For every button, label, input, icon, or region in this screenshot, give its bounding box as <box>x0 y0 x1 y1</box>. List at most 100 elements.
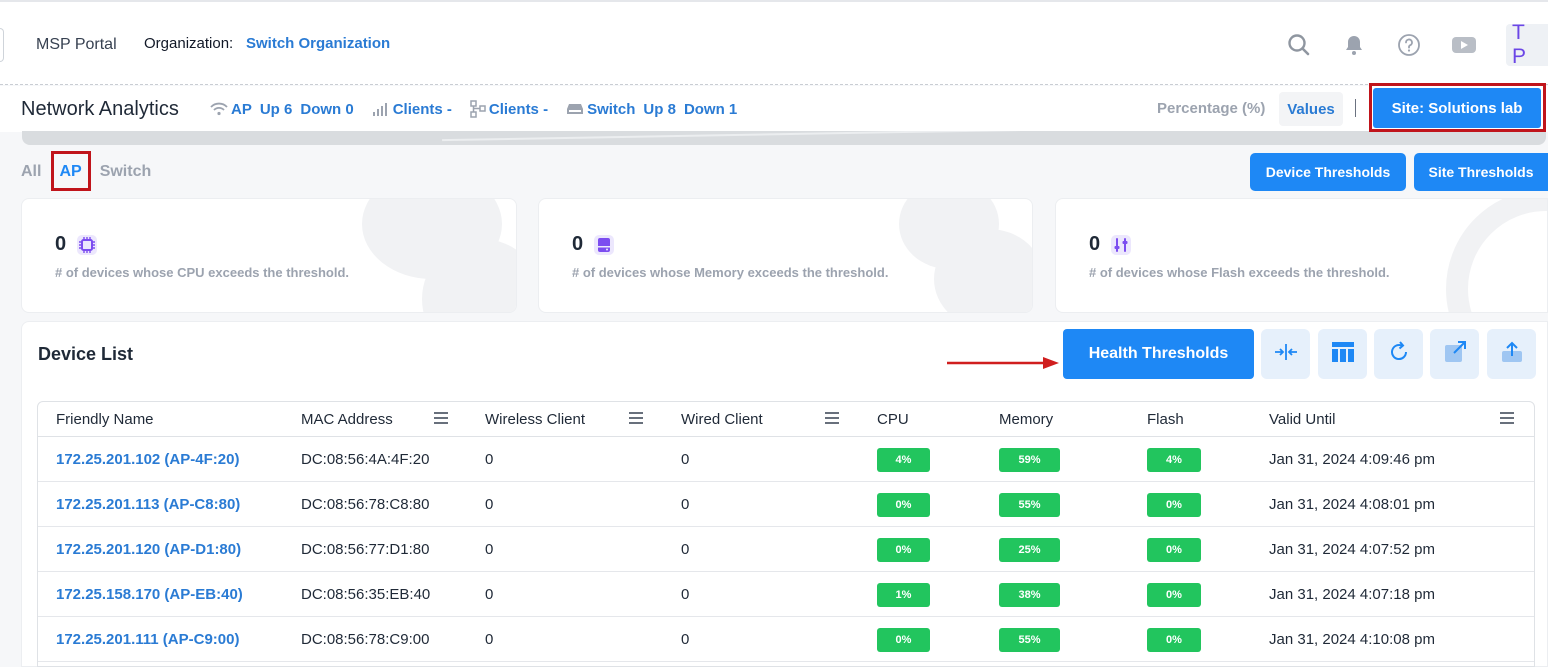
ap-label[interactable]: AP <box>231 101 252 118</box>
cpu-threshold-card: 0 # of devices whose CPU exceeds the thr… <box>21 198 517 313</box>
cpu-badge: 1% <box>877 583 930 607</box>
col-friendly-name[interactable]: Friendly Name <box>56 411 154 428</box>
collapse-columns-button[interactable] <box>1261 329 1310 379</box>
ap-up-count[interactable]: Up 6 <box>260 101 293 118</box>
help-icon[interactable] <box>1396 32 1422 58</box>
top-header: MSP Portal Organization: Switch Organiza… <box>0 0 1548 85</box>
wired-client-count: 0 <box>681 631 690 648</box>
wired-client-count: 0 <box>681 541 690 558</box>
device-type-filter: All AP Switch <box>21 163 169 181</box>
annotation-arrow-icon <box>947 357 1059 369</box>
wifi-icon <box>210 102 228 116</box>
col-mac-address[interactable]: MAC Address <box>301 411 393 428</box>
wireless-client-count: 0 <box>485 541 494 558</box>
wired-client-count: 0 <box>681 496 690 513</box>
bell-icon[interactable] <box>1341 32 1367 58</box>
col-memory[interactable]: Memory <box>999 411 1053 428</box>
switch-organization-link[interactable]: Switch Organization <box>246 35 390 52</box>
cpu-badge: 0% <box>877 538 930 562</box>
table-row[interactable]: 172.25.201.120 (AP-D1:80) DC:08:56:77:D1… <box>38 527 1534 572</box>
open-external-button[interactable] <box>1430 329 1479 379</box>
mac-address: DC:08:56:77:D1:80 <box>301 541 430 558</box>
memory-badge: 38% <box>999 583 1060 607</box>
flash-badge: 0% <box>1147 628 1201 652</box>
memory-exceed-count: 0 <box>572 233 615 256</box>
ap-down-count[interactable]: Down 0 <box>300 101 353 118</box>
wired-clients-count[interactable]: Clients - <box>489 101 548 118</box>
flash-badge: 0% <box>1147 538 1201 562</box>
col-valid-until[interactable]: Valid Until <box>1269 411 1335 428</box>
table-row[interactable]: 172.25.201.102 (AP-4F:20) DC:08:56:4A:4F… <box>38 437 1534 482</box>
wireless-client-count: 0 <box>485 586 494 603</box>
col-wired-client[interactable]: Wired Client <box>681 411 763 428</box>
column-menu-icon[interactable] <box>824 411 840 425</box>
memory-threshold-card: 0 # of devices whose Memory exceeds the … <box>538 198 1033 313</box>
header-actions: T P <box>1286 21 1548 68</box>
col-wireless-client[interactable]: Wireless Client <box>485 411 585 428</box>
search-icon[interactable] <box>1286 32 1312 58</box>
column-layout-button[interactable] <box>1318 329 1367 379</box>
brand-label[interactable]: MSP Portal <box>36 36 117 54</box>
wireless-client-count: 0 <box>485 496 494 513</box>
organization-label: Organization: <box>144 35 234 52</box>
device-name-link[interactable]: 172.25.201.111 (AP-C9:00) <box>56 631 239 648</box>
mac-address: DC:08:56:78:C8:80 <box>301 496 430 513</box>
switch-device-icon <box>566 103 584 115</box>
avatar[interactable]: T P <box>1506 21 1548 68</box>
table-row[interactable]: 172.25.201.113 (AP-C8:80) DC:08:56:78:C8… <box>38 482 1534 527</box>
column-menu-icon[interactable] <box>433 411 449 425</box>
divider <box>1355 99 1356 117</box>
refresh-icon <box>1387 340 1411 369</box>
column-menu-icon[interactable] <box>628 411 644 425</box>
site-thresholds-button[interactable]: Site Thresholds <box>1414 153 1548 191</box>
video-icon[interactable] <box>1451 32 1477 58</box>
col-cpu[interactable]: CPU <box>877 411 909 428</box>
filter-switch[interactable]: Switch <box>100 163 152 181</box>
device-table: Friendly Name MAC Address Wireless Clien… <box>37 401 1535 667</box>
export-button[interactable] <box>1487 329 1536 379</box>
device-thresholds-button[interactable]: Device Thresholds <box>1250 153 1406 191</box>
collapse-columns-icon <box>1273 342 1299 367</box>
ap-highlight-box <box>51 151 91 191</box>
percentage-toggle[interactable]: Percentage (%) <box>1157 100 1265 117</box>
wired-client-count: 0 <box>681 586 690 603</box>
refresh-button[interactable] <box>1374 329 1423 379</box>
sidebar-toggle[interactable] <box>0 28 4 62</box>
wired-network-icon <box>470 100 486 118</box>
switch-label[interactable]: Switch <box>587 101 635 118</box>
device-name-link[interactable]: 172.25.201.120 (AP-D1:80) <box>56 541 241 558</box>
filter-all[interactable]: All <box>21 163 41 181</box>
device-list-title: Device List <box>38 344 134 364</box>
table-row[interactable]: 172.25.158.170 (AP-EB:40) DC:08:56:35:EB… <box>38 572 1534 617</box>
flash-card-description: # of devices whose Flash exceeds the thr… <box>1089 265 1390 280</box>
switch-up-count[interactable]: Up 8 <box>643 101 676 118</box>
flash-exceed-count: 0 <box>1089 233 1132 256</box>
column-menu-icon[interactable] <box>1499 411 1515 425</box>
table-row[interactable]: 172.25.201.111 (AP-C9:00) DC:08:56:78:C9… <box>38 617 1534 662</box>
cpu-exceed-count: 0 <box>55 233 98 256</box>
status-summary: AP Up 6 Down 0 Clients - Clients - Switc… <box>210 100 755 118</box>
device-name-link[interactable]: 172.25.201.113 (AP-C8:80) <box>56 496 240 513</box>
device-name-link[interactable]: 172.25.201.102 (AP-4F:20) <box>56 451 239 468</box>
wireless-client-count: 0 <box>485 631 494 648</box>
memory-icon <box>593 234 615 256</box>
cpu-badge: 0% <box>877 628 930 652</box>
switch-down-count[interactable]: Down 1 <box>684 101 737 118</box>
wired-client-count: 0 <box>681 451 690 468</box>
mac-address: DC:08:56:35:EB:40 <box>301 586 431 603</box>
values-toggle[interactable]: Values <box>1279 92 1343 126</box>
valid-until: Jan 31, 2024 4:07:18 pm <box>1269 586 1435 603</box>
cpu-badge: 4% <box>877 448 930 472</box>
memory-badge: 55% <box>999 628 1060 652</box>
valid-until: Jan 31, 2024 4:07:52 pm <box>1269 541 1435 558</box>
open-external-icon <box>1443 340 1467 369</box>
health-thresholds-button[interactable]: Health Thresholds <box>1063 329 1254 379</box>
device-name-link[interactable]: 172.25.158.170 (AP-EB:40) <box>56 586 243 603</box>
flash-badge: 4% <box>1147 448 1201 472</box>
flash-threshold-card: 0 # of devices whose Flash exceeds the t… <box>1055 198 1548 313</box>
col-flash[interactable]: Flash <box>1147 411 1184 428</box>
memory-badge: 55% <box>999 493 1060 517</box>
wireless-clients-count[interactable]: Clients - <box>393 101 452 118</box>
memory-badge: 59% <box>999 448 1060 472</box>
mac-address: DC:08:56:4A:4F:20 <box>301 451 430 468</box>
